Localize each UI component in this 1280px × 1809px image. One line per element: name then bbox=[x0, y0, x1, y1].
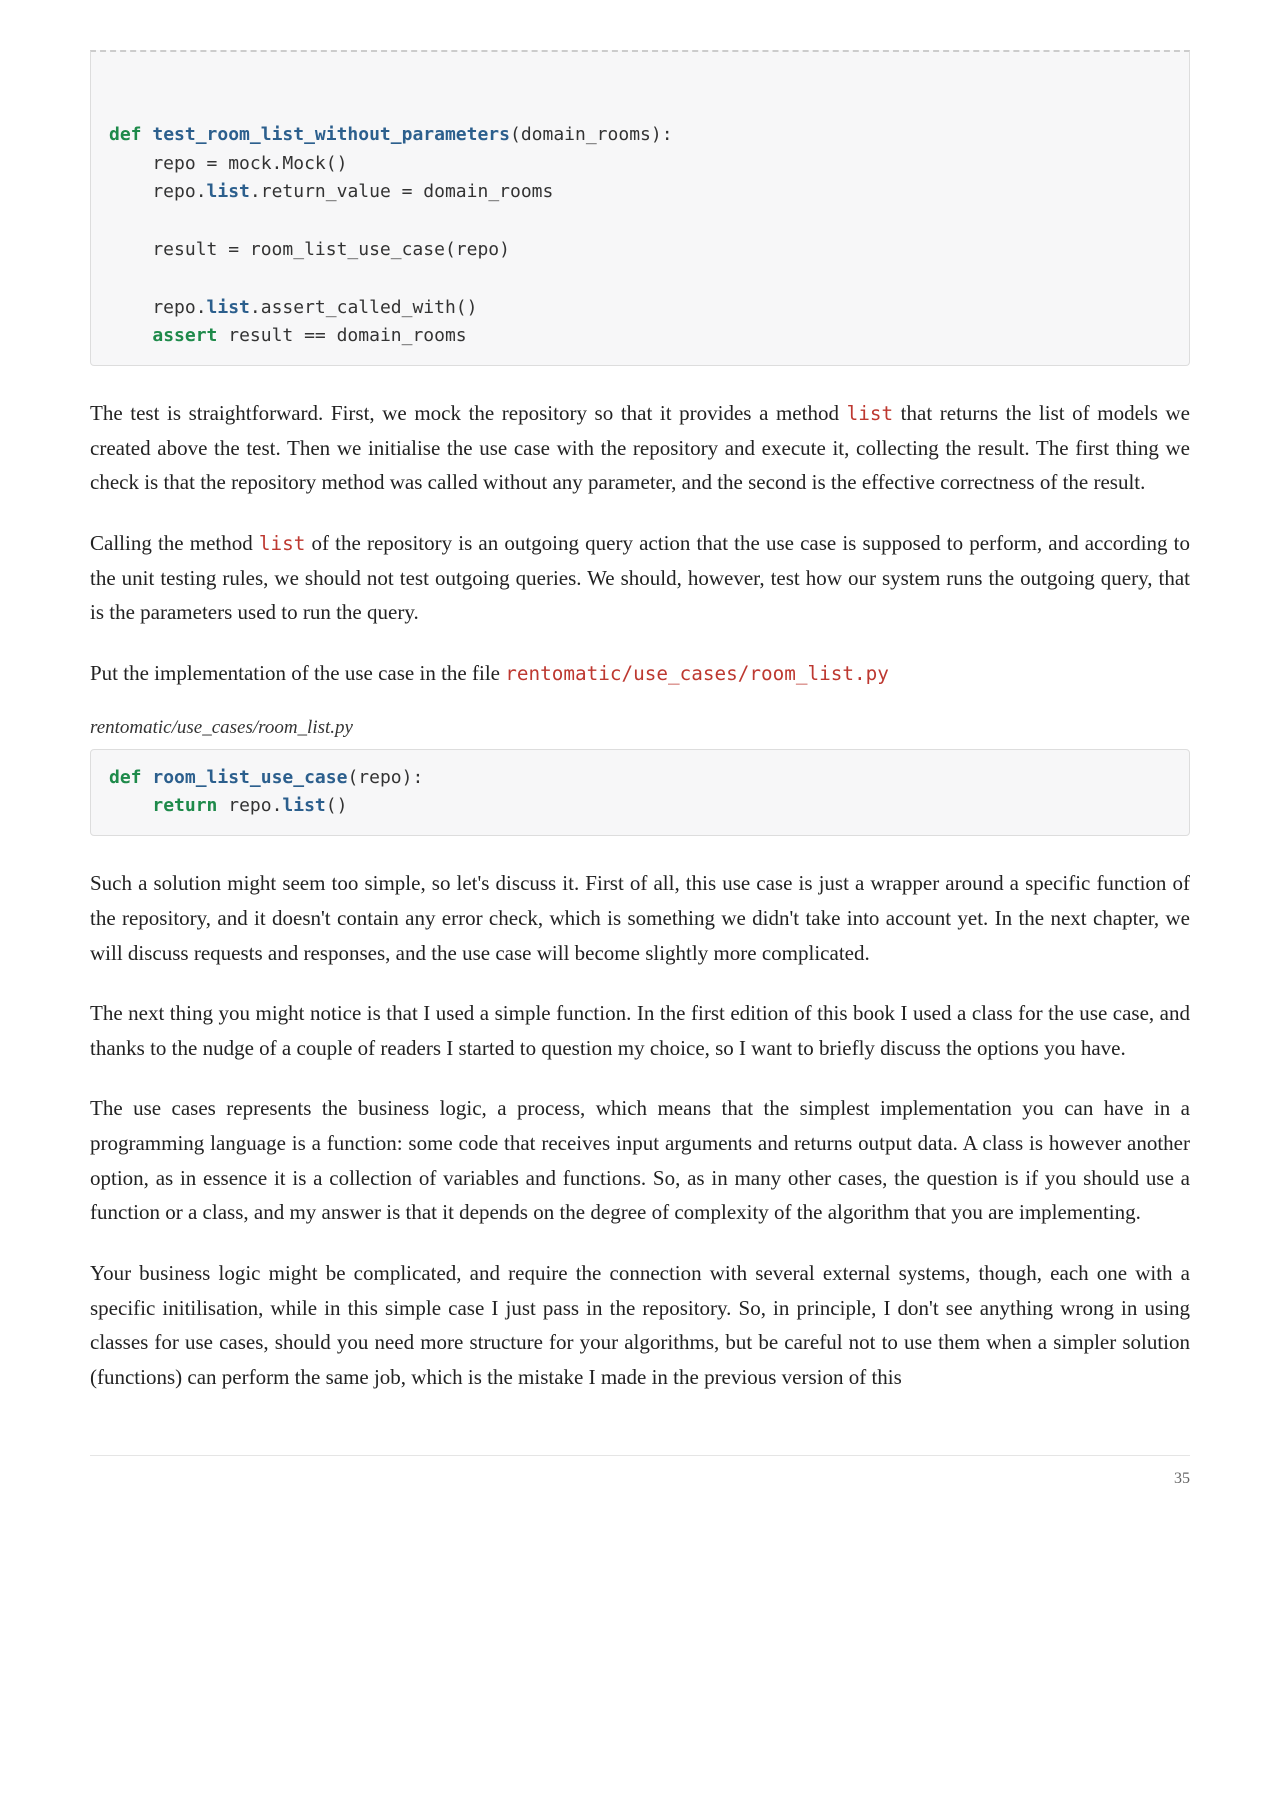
code-text: repo. bbox=[109, 181, 207, 202]
method-name: list bbox=[207, 181, 250, 202]
filename-label: rentomatic/use_cases/room_list.py bbox=[90, 717, 1190, 739]
indent bbox=[109, 325, 152, 346]
function-name: test_room_list_without_parameters bbox=[152, 124, 510, 145]
code-line: repo = mock.Mock() bbox=[109, 153, 347, 174]
method-name: list bbox=[282, 795, 325, 816]
inline-code: list bbox=[259, 532, 306, 555]
paragraph-2: Calling the method list of the repositor… bbox=[90, 526, 1190, 630]
keyword-def: def bbox=[109, 767, 142, 788]
code-block-1: def test_room_list_without_parameters(do… bbox=[90, 50, 1190, 366]
code-text: () bbox=[326, 795, 348, 816]
code-text: (domain_rooms): bbox=[510, 124, 673, 145]
code-text: (repo): bbox=[347, 767, 423, 788]
code-text: repo. bbox=[217, 795, 282, 816]
inline-code: rentomatic/use_cases/room_list.py bbox=[505, 662, 889, 685]
text: Put the implementation of the use case i… bbox=[90, 661, 505, 685]
function-name: room_list_use_case bbox=[152, 767, 347, 788]
indent bbox=[109, 795, 152, 816]
keyword-return: return bbox=[152, 795, 217, 816]
paragraph-6: The use cases represents the business lo… bbox=[90, 1091, 1190, 1230]
paragraph-3: Put the implementation of the use case i… bbox=[90, 656, 1190, 691]
keyword-def: def bbox=[109, 124, 142, 145]
page-number: 35 bbox=[90, 1455, 1190, 1488]
paragraph-5: The next thing you might notice is that … bbox=[90, 996, 1190, 1065]
paragraph-4: Such a solution might seem too simple, s… bbox=[90, 866, 1190, 970]
code-text: .assert_called_with() bbox=[250, 297, 478, 318]
method-name: list bbox=[207, 297, 250, 318]
inline-code: list bbox=[847, 402, 894, 425]
code-text: result == domain_rooms bbox=[217, 325, 466, 346]
text: Calling the method bbox=[90, 531, 259, 555]
keyword-assert: assert bbox=[152, 325, 217, 346]
code-block-2: def room_list_use_case(repo): return rep… bbox=[90, 749, 1190, 837]
code-line: result = room_list_use_case(repo) bbox=[109, 239, 510, 260]
code-text: .return_value = domain_rooms bbox=[250, 181, 553, 202]
paragraph-7: Your business logic might be complicated… bbox=[90, 1256, 1190, 1395]
text: The test is straightforward. First, we m… bbox=[90, 401, 847, 425]
paragraph-1: The test is straightforward. First, we m… bbox=[90, 396, 1190, 500]
code-text: repo. bbox=[109, 297, 207, 318]
